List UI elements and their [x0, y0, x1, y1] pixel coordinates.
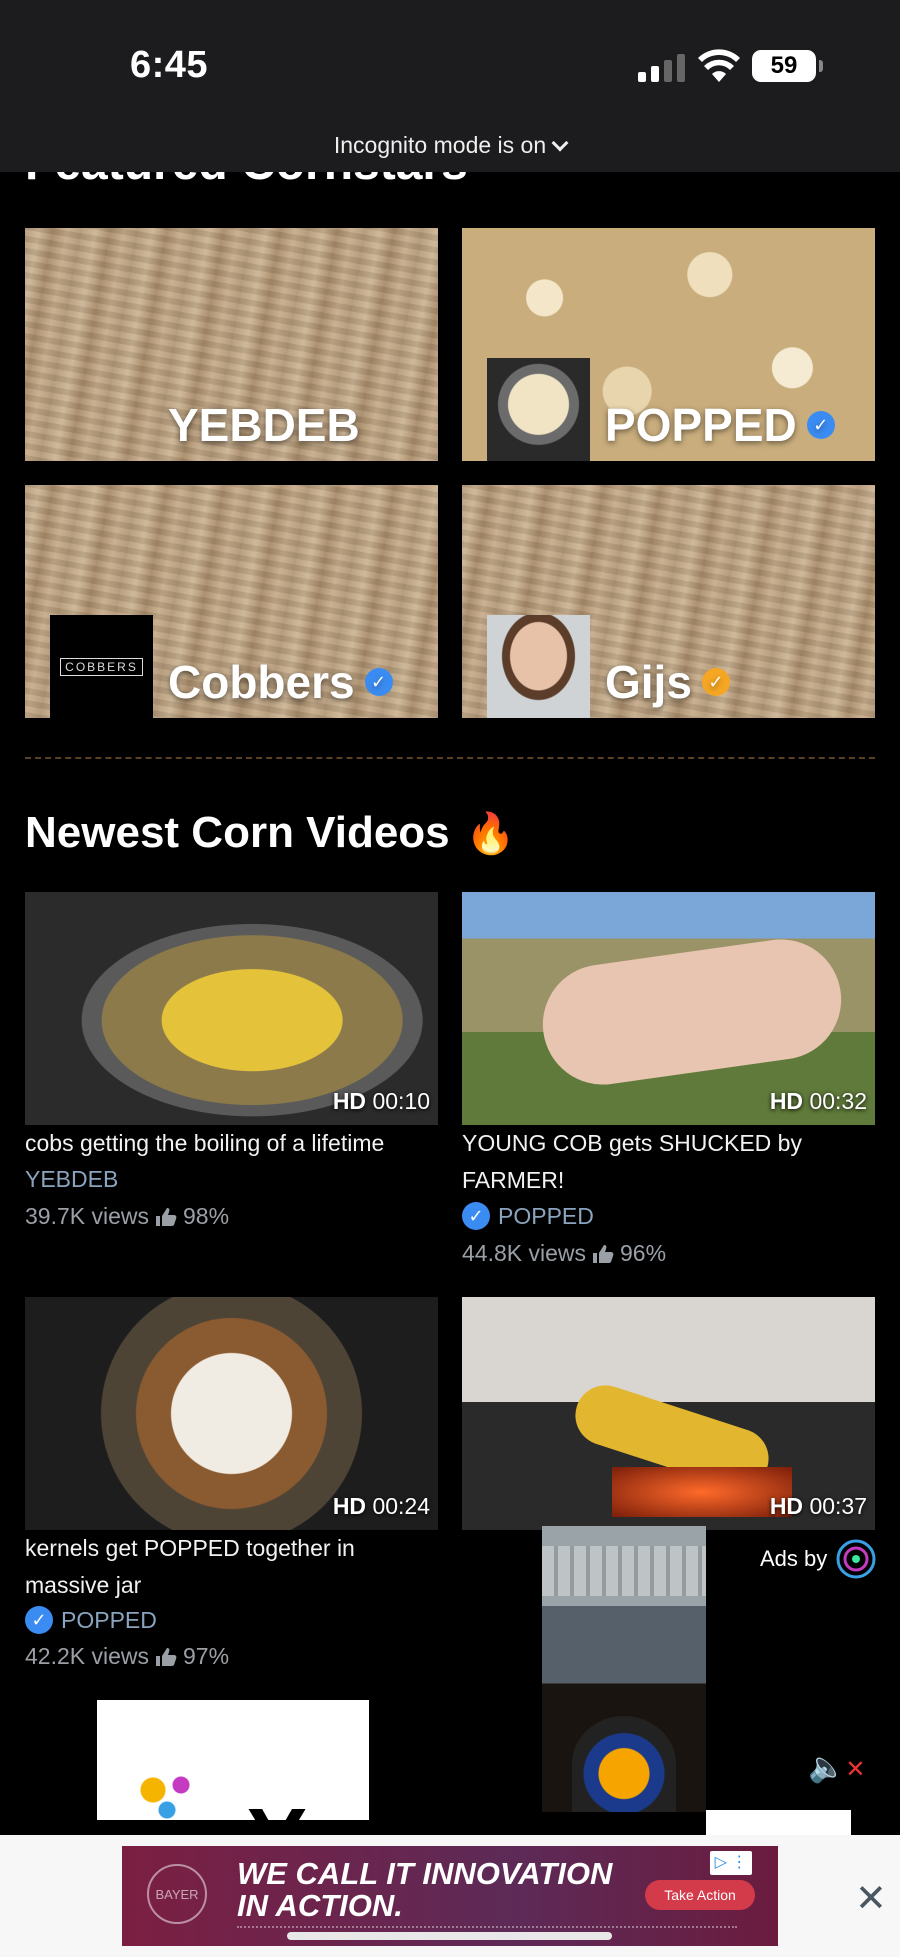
- popup-ad[interactable]: You won!: [97, 1700, 369, 1820]
- video-thumbnail[interactable]: HD 00:32: [462, 892, 875, 1125]
- ad-network-logo-icon: [836, 1539, 876, 1579]
- cornstar-name-label: Cobbers: [168, 656, 355, 708]
- cornstar-tile-cobbers[interactable]: COBBERS Cobbers ✓: [25, 485, 438, 718]
- section-divider: [25, 757, 875, 759]
- video-duration: HD 00:37: [769, 1493, 867, 1519]
- thumbs-up-icon: [156, 1207, 177, 1226]
- video-stats: 44.8K views 96%: [462, 1240, 667, 1266]
- party-popper-icon: [132, 1770, 202, 1820]
- muted-x-icon: ✕: [845, 1756, 866, 1783]
- cornstar-tile-popped[interactable]: POPPED ✓: [462, 228, 875, 461]
- bayer-logo: BAYER: [147, 1864, 207, 1924]
- verified-check-icon: ✓: [462, 1202, 490, 1230]
- video-title[interactable]: kernels get POPPED together in massive j…: [25, 1530, 370, 1604]
- status-time: 6:45: [130, 44, 209, 86]
- battery-indicator: 59: [752, 50, 823, 82]
- avatar: COBBERS: [50, 615, 153, 718]
- video-thumbnail[interactable]: HD 00:24: [25, 1297, 438, 1530]
- hand-shape: [535, 931, 849, 1093]
- incognito-banner[interactable]: Incognito mode is on: [0, 132, 900, 159]
- verified-check-icon: ✓: [806, 411, 835, 439]
- cornstar-tile-yebdeb[interactable]: YEBDEB: [25, 228, 438, 461]
- incognito-label: Incognito mode is on: [333, 132, 547, 158]
- status-bar: 6:45 59 Incognito mode is on: [0, 0, 900, 172]
- cornstar-name-label: POPPED: [605, 399, 797, 451]
- coals-shape: [612, 1467, 792, 1517]
- chevron-down-icon: [551, 134, 569, 152]
- thumbs-up-icon: [156, 1647, 177, 1666]
- video-channel[interactable]: ✓ POPPED: [25, 1606, 157, 1634]
- popup-headline: You won!: [247, 1790, 369, 1820]
- thumbs-up-icon: [593, 1244, 614, 1263]
- verified-check-icon: ✓: [701, 668, 730, 696]
- floating-ad-video[interactable]: [542, 1526, 706, 1812]
- fire-icon: 🔥: [465, 811, 516, 856]
- video-title[interactable]: cobs getting the boiling of a lifetime: [25, 1125, 445, 1162]
- cornstar-name: POPPED ✓: [605, 398, 835, 452]
- cornstar-name-label: Gijs: [605, 656, 692, 708]
- cornstar-tile-gijs[interactable]: Gijs ✓: [462, 485, 875, 718]
- verified-check-icon: ✓: [364, 668, 393, 696]
- featured-heading-clip: Featured Cornstars: [25, 172, 625, 190]
- speaker-icon: 🔈: [808, 1751, 846, 1784]
- avatar: [487, 615, 590, 718]
- cornstar-name: Cobbers ✓: [168, 655, 393, 709]
- avatar: [487, 358, 590, 461]
- popup-ad-edge: [706, 1810, 851, 1835]
- verified-check-icon: ✓: [25, 1606, 53, 1634]
- home-indicator[interactable]: [287, 1932, 612, 1940]
- mute-button[interactable]: 🔈✕: [808, 1750, 865, 1785]
- avatar-logo-text: COBBERS: [60, 657, 143, 676]
- take-action-button[interactable]: Take Action: [645, 1880, 755, 1910]
- video-channel[interactable]: ✓ POPPED: [462, 1202, 594, 1230]
- video-duration: HD 00:24: [332, 1493, 430, 1519]
- cornstar-name: YEBDEB: [168, 398, 360, 452]
- cornstar-name: Gijs ✓: [605, 655, 730, 709]
- video-stats: 39.7K views 98%: [25, 1203, 230, 1229]
- video-duration: HD 00:10: [332, 1088, 430, 1114]
- video-thumbnail[interactable]: HD 00:37: [462, 1297, 875, 1530]
- banner-headline: WE CALL IT INNOVATION IN ACTION.: [237, 1858, 612, 1922]
- adchoices-icon[interactable]: ▷ ⋮: [710, 1851, 752, 1875]
- ad-video-scenery: [542, 1546, 706, 1596]
- video-thumbnail[interactable]: HD 00:10: [25, 892, 438, 1125]
- video-title[interactable]: YOUNG COB gets SHUCKED by FARMER!: [462, 1125, 862, 1199]
- banner-ad[interactable]: BAYER WE CALL IT INNOVATION IN ACTION. T…: [122, 1846, 778, 1946]
- video-duration: HD 00:32: [769, 1088, 867, 1114]
- section-title: Newest Corn Videos 🔥: [25, 808, 515, 858]
- banner-headline-line-1: WE CALL IT INNOVATION: [237, 1856, 613, 1891]
- cellular-signal-icon: [638, 52, 685, 82]
- video-channel[interactable]: YEBDEB: [25, 1166, 118, 1193]
- ad-video-car: [572, 1716, 676, 1812]
- ads-by-text: Ads by: [760, 1546, 828, 1571]
- close-icon[interactable]: ✕: [855, 1876, 887, 1921]
- banner-headline-line-2: IN ACTION.: [237, 1888, 403, 1923]
- video-stats: 42.2K views 97%: [25, 1643, 230, 1669]
- featured-heading: Featured Cornstars: [25, 172, 625, 190]
- ads-by-label[interactable]: Ads by: [760, 1538, 877, 1580]
- wifi-icon: [698, 49, 740, 82]
- section-title-label: Newest Corn Videos: [25, 808, 450, 857]
- cornstar-name-label: YEBDEB: [168, 399, 360, 451]
